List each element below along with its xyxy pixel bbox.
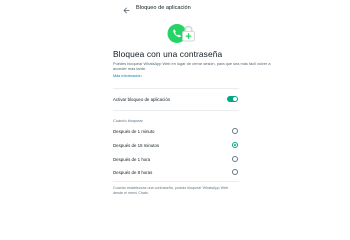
radio-button[interactable] <box>232 169 238 175</box>
intro-description: Puedes bloquear WhatsApp Web en lugar de… <box>113 61 271 71</box>
whatsapp-lock-icon <box>167 24 195 43</box>
divider <box>113 88 239 89</box>
lock-option-8-hours[interactable]: Después de 8 horas <box>113 166 239 178</box>
divider <box>113 181 239 182</box>
lock-timing-section-title: Cuándo bloquear <box>113 118 143 123</box>
lock-option-label: Después de 15 minutos <box>113 142 160 148</box>
radio-button[interactable] <box>232 156 238 162</box>
back-button[interactable] <box>121 5 131 15</box>
lock-option-label: Después de 8 horas <box>113 169 153 175</box>
lock-option-label: Después de 1 minuto <box>113 128 155 134</box>
app-lock-switch[interactable] <box>227 96 238 102</box>
arrow-left-icon <box>123 7 129 13</box>
footer-note: Cuando establezcas una contraseña, podrá… <box>113 186 229 195</box>
lock-option-1-hour[interactable]: Después de 1 hora <box>113 153 239 165</box>
more-info-link[interactable]: Más información <box>113 73 142 78</box>
lock-option-15-minutes[interactable]: Después de 15 minutos <box>113 139 239 151</box>
lock-option-1-minute[interactable]: Después de 1 minuto <box>113 125 239 137</box>
app-lock-toggle-label: Activar bloqueo de aplicación <box>113 96 171 102</box>
radio-button[interactable] <box>232 128 238 134</box>
page-title: Bloqueo de aplicación <box>136 5 191 11</box>
app-lock-toggle-row[interactable]: Activar bloqueo de aplicación <box>113 93 239 105</box>
switch-knob <box>232 96 238 102</box>
divider <box>113 110 239 111</box>
intro-headline: Bloquea con una contraseña <box>113 49 223 59</box>
radio-button-selected[interactable] <box>232 142 238 148</box>
header: Bloqueo de aplicación <box>0 0 350 20</box>
lock-option-label: Después de 1 hora <box>113 156 151 162</box>
